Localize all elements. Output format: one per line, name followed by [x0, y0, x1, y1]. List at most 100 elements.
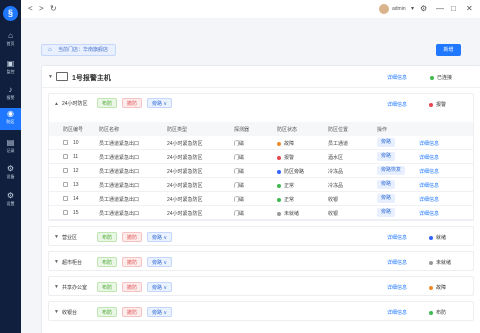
row-detail-link[interactable]: 详细信息: [419, 154, 439, 161]
row-detail-link[interactable]: 详细信息: [419, 168, 439, 175]
bypass-button[interactable]: 旁路恢复: [377, 166, 406, 175]
status-dot: [277, 155, 281, 160]
status-dot: [277, 197, 281, 202]
chevron-down-icon[interactable]: ▾: [411, 4, 414, 14]
username[interactable]: admin: [392, 6, 406, 12]
gear-icon[interactable]: ⚙: [420, 4, 427, 14]
current-store-selector[interactable]: ⌂ 当前门店：华南旗舰店: [41, 44, 117, 56]
expand-icon[interactable]: ▼: [54, 309, 59, 315]
alarm-host-header[interactable]: ▼ 1号报警主机 详细信息 已连接: [42, 66, 480, 88]
zone-detail-link[interactable]: 详细信息: [387, 234, 407, 241]
column-header: 防区类型: [167, 127, 188, 133]
zone-detail-link[interactable]: 详细信息: [387, 101, 407, 108]
bypass-button[interactable]: 旁路: [377, 194, 396, 203]
zone-status: 布防: [429, 309, 446, 316]
zone-type-cell: 24小时紧急防区: [167, 197, 203, 203]
arm-button[interactable]: 布防: [97, 307, 118, 317]
current-store-label: 当前门店：华南旗舰店: [58, 47, 109, 53]
add-button[interactable]: 新增: [436, 44, 461, 56]
bypass-button[interactable]: 旁路: [377, 180, 396, 189]
column-header: 防区编号: [63, 127, 84, 133]
zone-status: 未就绪: [429, 259, 451, 266]
table-header: 防区编号 防区名称 防区类型 探测器 防区状态 防区位置 操作: [49, 122, 473, 136]
sidebar-item-device[interactable]: ⚙ 设备: [0, 163, 21, 183]
close-icon[interactable]: ✕: [466, 4, 473, 14]
arm-button[interactable]: 布防: [97, 282, 118, 292]
row-detail-link[interactable]: 详细信息: [419, 182, 439, 189]
zone-detail-link[interactable]: 详细信息: [387, 259, 407, 266]
collapse-icon[interactable]: ▲: [54, 101, 59, 107]
bypass-button[interactable]: 旁路: [377, 152, 396, 161]
zone-group[interactable]: ▼ 收银台 布防 撤防 旁路 ∨ 详细信息 布防: [48, 301, 474, 321]
maximize-icon[interactable]: □: [451, 4, 456, 14]
table-row: 11 员工通道紧急出口 24小时紧急防区 门磁 报警 酒水区 旁路 详细信息: [49, 150, 473, 164]
arm-button[interactable]: 布防: [97, 257, 118, 267]
row-detail-link[interactable]: 详细信息: [419, 210, 439, 217]
bypass-dropdown[interactable]: 旁路 ∨: [147, 98, 173, 108]
zone-number: 13: [73, 182, 79, 188]
arm-button[interactable]: 布防: [97, 98, 118, 108]
zone-name: 营业区: [62, 235, 78, 241]
zone-group[interactable]: ▼ 超市柜台 布防 撤防 旁路 ∨ 详细信息 未就绪: [48, 251, 474, 271]
avatar[interactable]: [379, 4, 389, 14]
disarm-button[interactable]: 撤防: [122, 307, 143, 317]
sidebar-item-records[interactable]: ▤ 记录: [0, 137, 21, 157]
bypass-dropdown[interactable]: 旁路 ∨: [147, 307, 173, 317]
zone-detail-link[interactable]: 详细信息: [387, 309, 407, 316]
row-checkbox[interactable]: [63, 168, 68, 173]
minimize-icon[interactable]: —: [436, 4, 444, 14]
bypass-button[interactable]: 旁路: [377, 138, 396, 147]
expand-icon[interactable]: ▼: [54, 259, 59, 265]
row-checkbox[interactable]: [63, 182, 68, 187]
sidebar-item-zone[interactable]: ◉ 防区: [0, 108, 21, 130]
zone-group[interactable]: ▼ 营业区 布防 撤防 旁路 ∨ 详细信息 就绪: [48, 226, 474, 246]
row-detail-link[interactable]: 详细信息: [419, 140, 439, 147]
sidebar-item-monitor[interactable]: ▣ 监控: [0, 58, 21, 78]
sidebar-item-alarm[interactable]: ♪ 报警: [0, 84, 21, 104]
zone-status-label: 未就绪: [436, 260, 452, 266]
zone-status-label: 报警: [436, 102, 447, 108]
detector-cell: 门磁: [234, 197, 245, 203]
refresh-icon[interactable]: ↻: [50, 4, 57, 14]
zone-name-cell: 员工通道紧急出口: [99, 211, 140, 217]
arm-button[interactable]: 布防: [97, 232, 118, 242]
disarm-button[interactable]: 撤防: [122, 257, 143, 267]
status-dot: [430, 75, 434, 80]
sidebar-item-home[interactable]: ⌂ 首页: [0, 30, 21, 50]
host-detail-link[interactable]: 详细信息: [387, 74, 407, 81]
bypass-dropdown[interactable]: 旁路 ∨: [147, 257, 173, 267]
status-dot: [277, 183, 281, 188]
alarm-host-icon: [56, 72, 68, 81]
table-row: 14 员工通道紧急出口 24小时紧急防区 门磁 正常 收银 旁路 详细信息: [49, 192, 473, 206]
zone-location-cell: 酒水区: [328, 155, 344, 161]
zone-detail-link[interactable]: 详细信息: [387, 284, 407, 291]
row-checkbox[interactable]: [63, 210, 68, 215]
disarm-button[interactable]: 撤防: [122, 98, 143, 108]
row-checkbox[interactable]: [63, 196, 68, 201]
back-icon[interactable]: <: [28, 4, 33, 14]
zone-state-cell: 正常: [277, 196, 294, 203]
collapse-icon[interactable]: ▼: [48, 74, 53, 80]
row-detail-link[interactable]: 详细信息: [419, 196, 439, 203]
row-checkbox[interactable]: [63, 140, 68, 145]
row-checkbox[interactable]: [63, 154, 68, 159]
expand-icon[interactable]: ▼: [54, 234, 59, 240]
sidebar-item-label: 设置: [6, 201, 15, 206]
sidebar-item-settings[interactable]: ⚙ 设置: [0, 190, 21, 210]
disarm-button[interactable]: 撤防: [122, 282, 143, 292]
bypass-dropdown[interactable]: 旁路 ∨: [147, 232, 173, 242]
zone-number: 15: [73, 210, 79, 216]
zone-name-cell: 员工通道紧急出口: [99, 197, 140, 203]
forward-icon[interactable]: >: [39, 4, 44, 14]
zone-state-label: 正常: [284, 197, 295, 203]
disarm-button[interactable]: 撤防: [122, 232, 143, 242]
bypass-dropdown[interactable]: 旁路 ∨: [147, 282, 173, 292]
zone-icon: ◉: [7, 109, 14, 118]
zone-state-label: 报警: [284, 155, 295, 161]
expand-icon[interactable]: ▼: [54, 284, 59, 290]
status-dot: [429, 235, 433, 240]
zone-name: 超市柜台: [62, 260, 83, 266]
detector-cell: 门磁: [234, 183, 245, 189]
zone-group[interactable]: ▼ 共享办公室 布防 撤防 旁路 ∨ 详细信息 故障: [48, 276, 474, 296]
bypass-button[interactable]: 旁路: [377, 208, 396, 217]
